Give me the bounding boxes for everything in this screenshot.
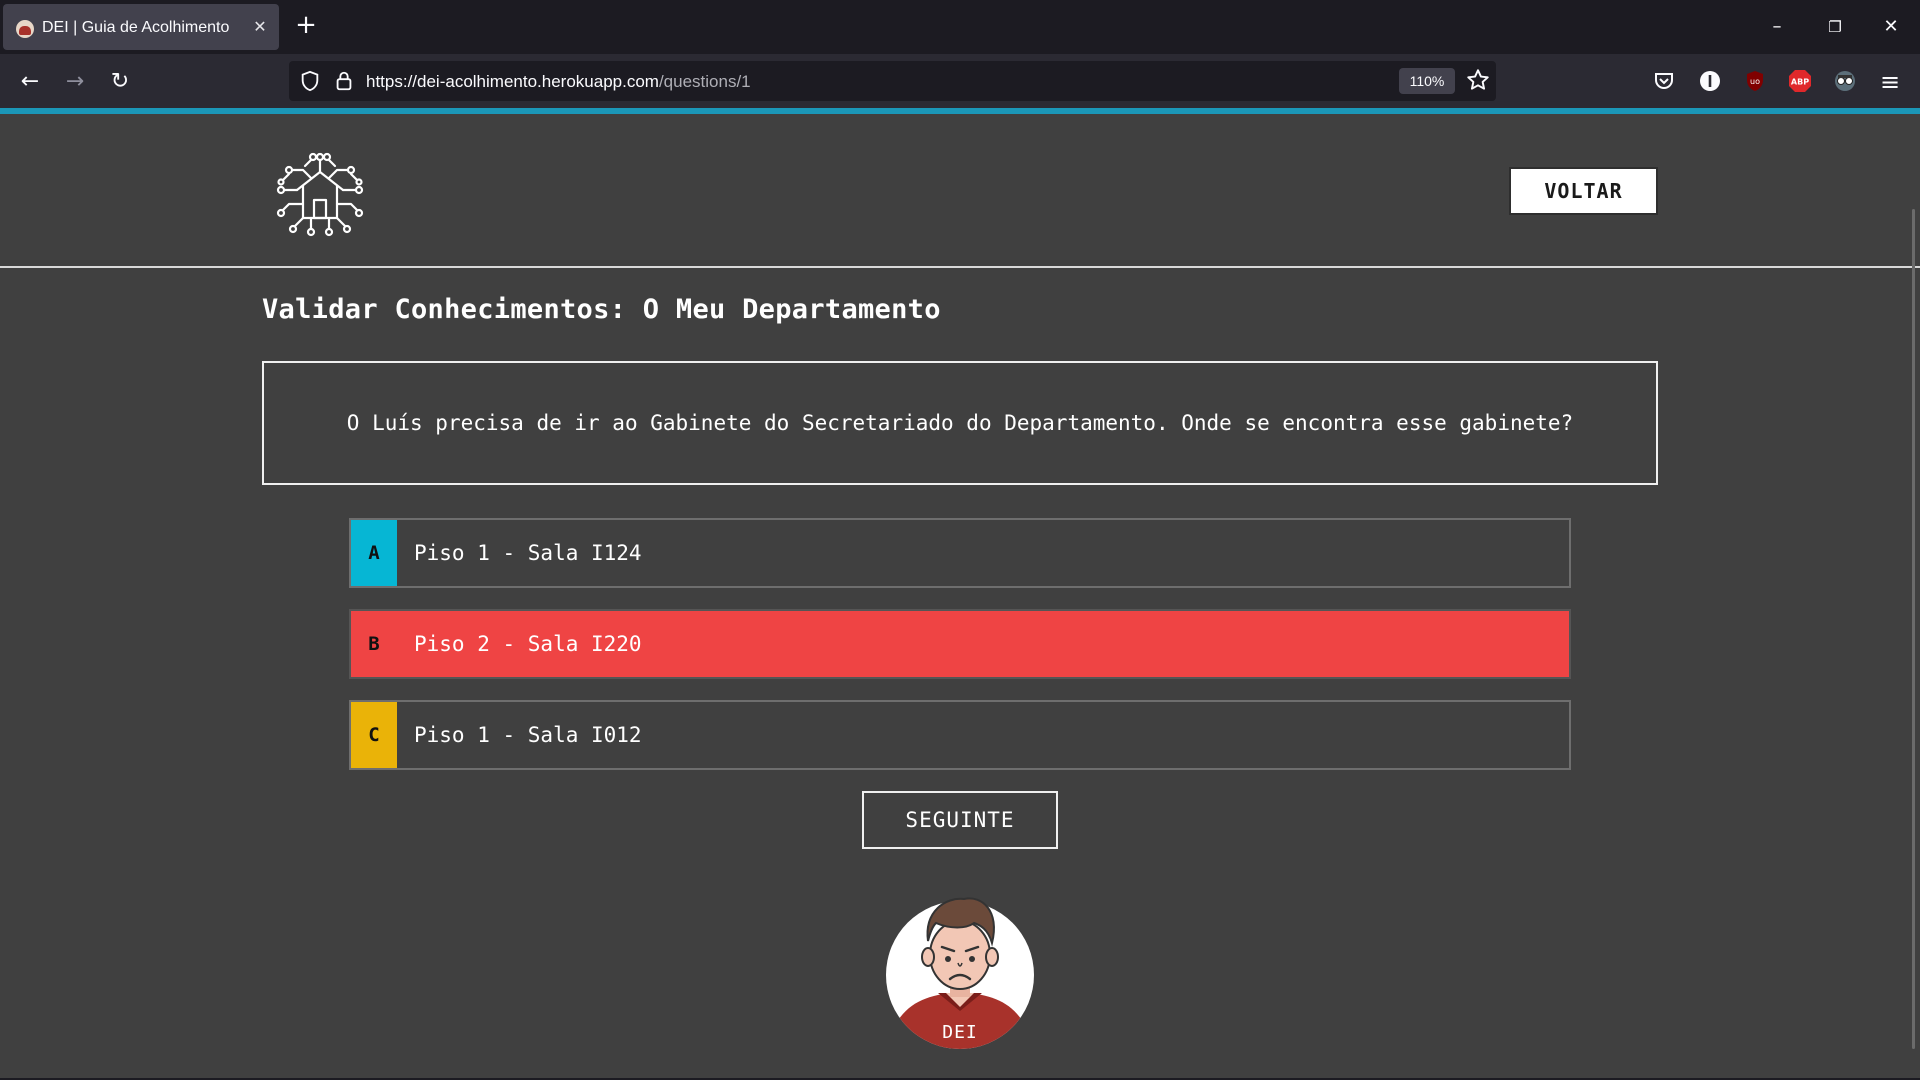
browser-toolbar: ← → ↻ https://dei-acolhimento.herokuapp.…: [0, 54, 1920, 108]
mascot-label: DEI: [942, 1022, 978, 1043]
pocket-icon[interactable]: [1652, 69, 1676, 93]
browser-tab[interactable]: DEI | Guia de Acolhimento ✕: [3, 4, 279, 50]
browser-tab-strip: DEI | Guia de Acolhimento ✕ + – ❐ ✕: [0, 0, 1920, 54]
answer-letter-badge: B: [368, 633, 380, 655]
svg-text:ABP: ABP: [1791, 78, 1809, 87]
answer-text: Piso 1 - Sala I124: [414, 541, 642, 565]
question-box: O Luís precisa de ir ao Gabinete do Secr…: [262, 361, 1658, 485]
address-bar[interactable]: https://dei-acolhimento.herokuapp.com/qu…: [289, 61, 1496, 101]
tab-title: DEI | Guia de Acolhimento: [42, 19, 230, 36]
reload-icon[interactable]: ↻: [104, 66, 136, 98]
close-tab-icon[interactable]: ✕: [249, 16, 271, 38]
close-window-button[interactable]: ✕: [1876, 12, 1906, 42]
url-path: /questions/1: [658, 72, 751, 91]
seguinte-button[interactable]: SEGUINTE: [862, 791, 1058, 849]
header-divider: [0, 266, 1920, 268]
site-favicon-icon: [16, 20, 34, 38]
answer-option-a[interactable]: A Piso 1 - Sala I124: [349, 518, 1571, 588]
zoom-level-badge[interactable]: 110%: [1399, 68, 1455, 94]
restore-window-button[interactable]: ❐: [1820, 12, 1850, 42]
url-host: https://dei-acolhimento.herokuapp.com: [366, 72, 659, 91]
page-scrollbar[interactable]: [1912, 209, 1915, 1049]
answer-option-b[interactable]: B Piso 2 - Sala I220: [349, 609, 1571, 679]
url-text[interactable]: https://dei-acolhimento.herokuapp.com/qu…: [366, 72, 751, 92]
lock-icon[interactable]: [333, 70, 355, 92]
app-menu-icon[interactable]: ≡: [1874, 66, 1906, 98]
house-circuit-logo-icon[interactable]: [275, 152, 365, 238]
page-content: VOLTAR Validar Conhecimentos: O Meu Depa…: [0, 114, 1920, 1078]
svg-text:uo: uo: [1750, 77, 1760, 86]
question-text: O Luís precisa de ir ao Gabinete do Secr…: [346, 411, 1574, 435]
page-title: Validar Conhecimentos: O Meu Departament…: [262, 294, 941, 325]
info-icon[interactable]: [1698, 69, 1722, 93]
new-tab-button[interactable]: +: [292, 12, 320, 40]
answer-text: Piso 2 - Sala I220: [414, 632, 642, 656]
answer-text: Piso 1 - Sala I012: [414, 723, 642, 747]
glasses-extension-icon[interactable]: [1833, 69, 1857, 93]
answer-option-c[interactable]: C Piso 1 - Sala I012: [349, 700, 1571, 770]
minimize-window-button[interactable]: –: [1762, 12, 1792, 42]
ublock-icon[interactable]: uo: [1743, 69, 1767, 93]
forward-arrow-icon[interactable]: →: [59, 66, 91, 98]
back-arrow-icon[interactable]: ←: [14, 66, 46, 98]
voltar-button[interactable]: VOLTAR: [1509, 167, 1658, 215]
tracking-shield-icon[interactable]: [299, 70, 321, 92]
adblock-plus-icon[interactable]: ABP: [1788, 69, 1812, 93]
bookmark-star-icon[interactable]: [1465, 67, 1491, 93]
answer-letter-badge: C: [351, 702, 397, 768]
answer-letter-badge: A: [351, 520, 397, 586]
